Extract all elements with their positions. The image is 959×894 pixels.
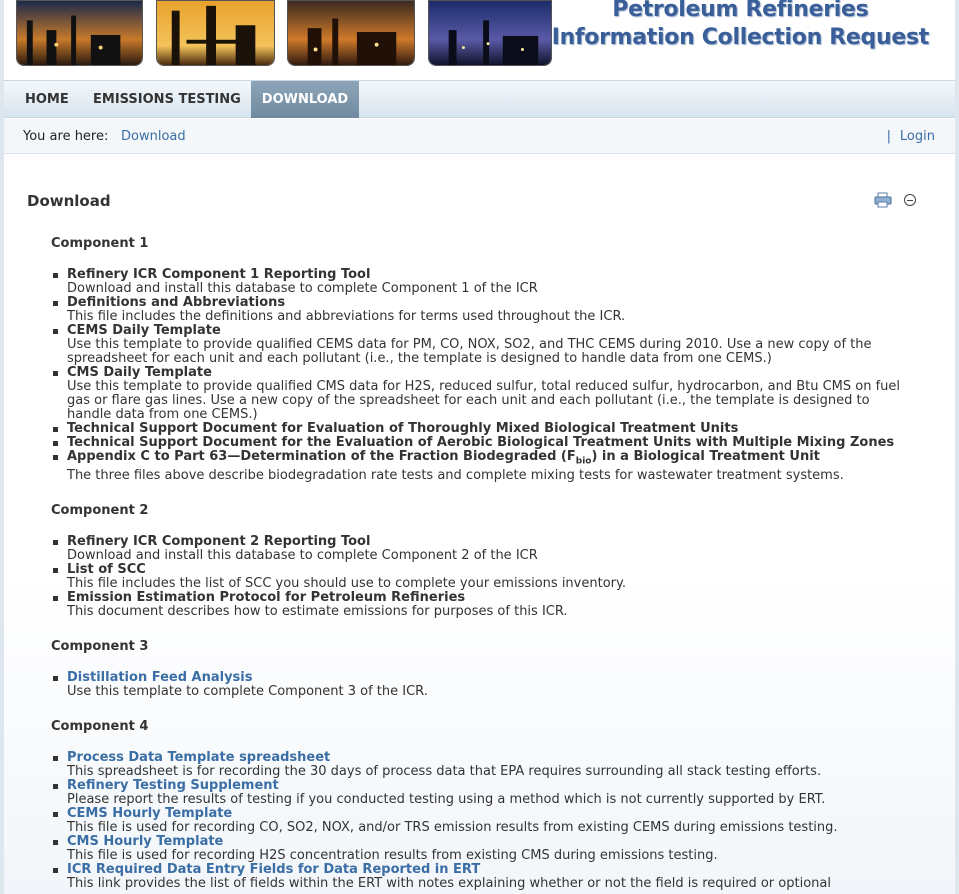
list-item: Refinery Testing Supplement Please repor… xyxy=(51,779,911,807)
item-description: This file includes the list of SCC you s… xyxy=(67,576,626,591)
item-description: This file is used for recording CO, SO2,… xyxy=(67,820,838,835)
item-title[interactable]: Technical Support Document for Evaluatio… xyxy=(67,422,911,436)
list-item: Distillation Feed Analysis Use this temp… xyxy=(51,671,911,699)
item-title[interactable]: CMS Daily Template xyxy=(67,366,911,380)
section-heading-component-1: Component 1 xyxy=(51,236,149,251)
item-description: This link provides the list of fields wi… xyxy=(67,876,831,891)
item-title[interactable]: CEMS Daily Template xyxy=(67,324,911,338)
list-item: Technical Support Document for Evaluatio… xyxy=(51,422,911,436)
item-title[interactable]: Technical Support Document for the Evalu… xyxy=(67,436,911,450)
item-description: This document describes how to estimate … xyxy=(67,604,568,619)
list-item: Process Data Template spreadsheet This s… xyxy=(51,751,911,779)
breadcrumb-link-download[interactable]: Download xyxy=(121,129,186,144)
item-description: The three files above describe biodegrad… xyxy=(67,467,844,483)
site-title-line2: Information Collection Request xyxy=(551,25,930,50)
list-item: Technical Support Document for the Evalu… xyxy=(51,436,911,450)
item-description: Download and install this database to co… xyxy=(67,548,538,563)
site-title-line1: Petroleum Refineries xyxy=(612,0,869,22)
list-item: Refinery ICR Component 2 Reporting Tool … xyxy=(51,535,911,563)
breadcrumb-label: You are here: xyxy=(23,129,109,144)
header: Petroleum Refineries Information Collect… xyxy=(4,0,955,80)
refinery-photo-3 xyxy=(287,0,415,66)
list-item: Appendix C to Part 63—Determination of t… xyxy=(51,450,911,483)
page-title: Download xyxy=(27,192,111,210)
item-title[interactable]: Emission Estimation Protocol for Petrole… xyxy=(67,591,911,605)
component-1-list: Refinery ICR Component 1 Reporting Tool … xyxy=(51,268,911,483)
item-description: Please report the results of testing if … xyxy=(67,792,826,807)
list-item: Refinery ICR Component 1 Reporting Tool … xyxy=(51,268,911,296)
item-description: Use this template to complete Component … xyxy=(67,684,428,699)
refinery-photo-1 xyxy=(16,0,143,66)
list-item: CEMS Daily Template Use this template to… xyxy=(51,324,911,366)
component-2-list: Refinery ICR Component 2 Reporting Tool … xyxy=(51,535,911,619)
section-heading-component-4: Component 4 xyxy=(51,719,149,734)
item-title-link[interactable]: CEMS Hourly Template xyxy=(67,807,911,821)
item-description: This spreadsheet is for recording the 30… xyxy=(67,764,822,779)
item-title[interactable]: List of SCC xyxy=(67,563,911,577)
login-link[interactable]: Login xyxy=(900,129,935,144)
collapse-icon[interactable] xyxy=(904,194,916,206)
list-item: CMS Hourly Template This file is used fo… xyxy=(51,835,911,863)
section-heading-component-3: Component 3 xyxy=(51,639,149,654)
component-3-list: Distillation Feed Analysis Use this temp… xyxy=(51,671,911,699)
item-title-link[interactable]: CMS Hourly Template xyxy=(67,835,911,849)
item-title-link[interactable]: Distillation Feed Analysis xyxy=(67,671,911,685)
item-title-post: ) in a Biological Treatment Unit xyxy=(591,449,820,464)
item-description: Use this template to provide qualified C… xyxy=(67,379,901,422)
nav-item-emissions-testing[interactable]: EMISSIONS TESTING xyxy=(93,81,241,118)
list-item: CMS Daily Template Use this template to … xyxy=(51,366,911,422)
component-4-list: Process Data Template spreadsheet This s… xyxy=(51,751,911,891)
list-item: ICR Required Data Entry Fields for Data … xyxy=(51,863,911,891)
nav-item-download[interactable]: DOWNLOAD xyxy=(251,81,359,118)
main-nav: HOME EMISSIONS TESTING DOWNLOAD xyxy=(4,80,955,118)
nav-item-home[interactable]: HOME xyxy=(25,81,69,118)
page: Petroleum Refineries Information Collect… xyxy=(0,0,959,894)
login-separator: | xyxy=(886,129,891,144)
item-description: This file includes the definitions and a… xyxy=(67,309,626,324)
item-description: This file is used for recording H2S conc… xyxy=(67,848,718,863)
list-item: List of SCC This file includes the list … xyxy=(51,563,911,591)
list-item: Definitions and Abbreviations This file … xyxy=(51,296,911,324)
item-title[interactable]: Refinery ICR Component 1 Reporting Tool xyxy=(67,268,911,282)
site-title: Petroleum Refineries Information Collect… xyxy=(551,0,930,52)
item-title-link[interactable]: Refinery Testing Supplement xyxy=(67,779,911,793)
section-heading-component-2: Component 2 xyxy=(51,503,149,518)
item-title[interactable]: Appendix C to Part 63—Determination of t… xyxy=(67,450,911,469)
item-title[interactable]: Refinery ICR Component 2 Reporting Tool xyxy=(67,535,911,549)
item-title-pre: Appendix C to Part 63—Determination of t… xyxy=(67,449,576,464)
item-title[interactable]: Definitions and Abbreviations xyxy=(67,296,911,310)
item-title-sub: bio xyxy=(575,456,592,467)
item-description: Use this template to provide qualified C… xyxy=(67,337,872,366)
refinery-photo-2 xyxy=(156,0,275,66)
refinery-photo-4 xyxy=(428,0,552,66)
breadcrumb: You are here: Download | Login xyxy=(4,119,955,154)
main-content: Download Component 1 Refinery ICR Compon… xyxy=(4,155,955,894)
item-description: Download and install this database to co… xyxy=(67,281,538,296)
item-title-link[interactable]: Process Data Template spreadsheet xyxy=(67,751,911,765)
print-icon[interactable] xyxy=(874,192,892,208)
list-item: Emission Estimation Protocol for Petrole… xyxy=(51,591,911,619)
list-item: CEMS Hourly Template This file is used f… xyxy=(51,807,911,835)
item-title-link[interactable]: ICR Required Data Entry Fields for Data … xyxy=(67,863,911,877)
